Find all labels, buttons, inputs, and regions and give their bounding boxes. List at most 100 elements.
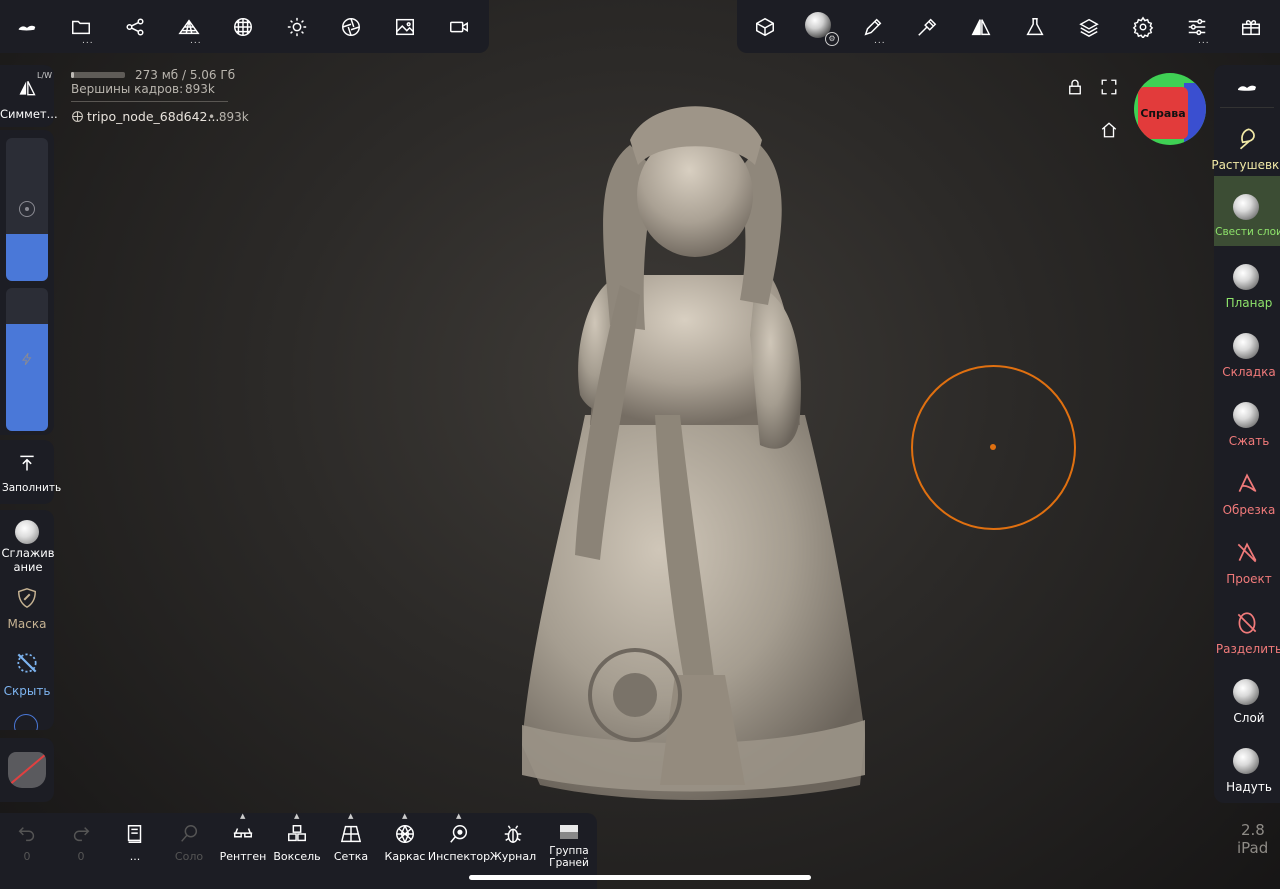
menu-button[interactable]: ... — [108, 813, 162, 885]
intensity-slider-fill — [6, 323, 48, 431]
tool-rastushevka[interactable]: Растушевка — [1211, 116, 1280, 178]
brush-more: ... — [874, 36, 886, 46]
tool-label: Растушевка — [1211, 158, 1280, 172]
tool-sloy[interactable]: Слой — [1214, 669, 1280, 731]
undo-button[interactable]: 0 — [0, 813, 54, 885]
nomad-logo-icon[interactable] — [12, 12, 42, 42]
wireframe-button[interactable]: ▲ Каркас — [378, 812, 432, 885]
mesh-more: ... — [190, 36, 202, 46]
tool-skladka[interactable]: Складка — [1214, 323, 1280, 385]
menu-dots: ... — [129, 850, 141, 863]
aperture-icon[interactable] — [336, 12, 366, 42]
smooth-tool[interactable]: Сглаживание — [0, 510, 55, 578]
tool-szhat[interactable]: Сжать — [1214, 392, 1280, 454]
lock-icon[interactable] — [1066, 78, 1084, 96]
tool-svesti-sloi[interactable]: Свести слои — [1214, 176, 1280, 246]
gizmo-label: Справа — [1140, 106, 1186, 120]
camera-icon[interactable] — [444, 12, 474, 42]
sliders-more: ... — [1198, 36, 1210, 46]
grid-icon — [340, 825, 362, 843]
scene-graph-icon[interactable] — [120, 12, 150, 42]
solo-button[interactable]: Соло — [162, 813, 216, 885]
right-tools-panel: Растушевка Свести слои Планар Складка Сжать О… — [1211, 65, 1280, 803]
hide-tool[interactable]: Скрыть — [0, 648, 54, 704]
sculpted-doll-model[interactable] — [500, 85, 890, 810]
hammer-icon[interactable] — [912, 12, 942, 42]
gizmo-front-face[interactable]: Справа — [1138, 87, 1188, 139]
settings-icon[interactable] — [1128, 12, 1158, 42]
slider-group — [0, 130, 54, 435]
material-preview-button[interactable] — [0, 738, 54, 802]
tool-planar[interactable]: Планар — [1214, 254, 1280, 316]
home-icon[interactable] — [1100, 121, 1118, 139]
redo-icon — [73, 827, 90, 842]
tool-label: Разделить — [1215, 642, 1280, 656]
smooth-label: Сглаживание — [1, 546, 55, 574]
mask-tool[interactable]: Маска — [0, 582, 54, 636]
tool-label: Надуть — [1226, 780, 1272, 794]
xray-caret-icon: ▲ — [240, 812, 246, 820]
fullscreen-icon[interactable] — [1100, 78, 1118, 96]
redo-count: 0 — [77, 850, 85, 863]
material-settings-icon[interactable]: ⚙ — [825, 32, 839, 46]
node-name[interactable]: tripo_node_68d642... — [87, 109, 219, 124]
clip-icon — [1233, 402, 1259, 428]
symmetry-button[interactable]: L/W Симмет... — [0, 65, 58, 127]
voxel-button[interactable]: ▲ Воксель — [270, 812, 324, 885]
light-icon[interactable] — [282, 12, 312, 42]
symmetry-label: Симмет... — [0, 107, 58, 121]
fill-button[interactable]: Заполнить — [0, 440, 61, 504]
hide-label: Скрыть — [3, 684, 51, 698]
redo-button[interactable]: 0 — [54, 813, 108, 885]
clip-icon — [1234, 471, 1260, 500]
radius-slider[interactable] — [6, 138, 48, 281]
hide-icon — [17, 653, 37, 673]
search-icon — [181, 825, 198, 842]
glasses-icon — [233, 828, 253, 838]
home-indicator — [469, 875, 811, 880]
left-tools-panel: Сглаживание Маска Скрыть — [0, 510, 55, 730]
wireframe-icon — [396, 825, 414, 843]
vertices-label: Вершины кадров: — [71, 82, 184, 96]
grid-label: Сетка — [333, 850, 369, 863]
memory-bar-fill — [71, 72, 75, 78]
tool-proekt[interactable]: Проект — [1214, 530, 1280, 592]
symmetry-icon — [19, 81, 36, 96]
smooth-icon — [15, 520, 39, 544]
xray-button[interactable]: ▲ Рентген — [216, 812, 270, 885]
intensity-slider[interactable] — [6, 288, 48, 431]
no-material-icon — [8, 752, 46, 788]
layers-icon[interactable] — [1074, 12, 1104, 42]
gift-icon[interactable] — [1236, 12, 1266, 42]
tool-obrezka[interactable]: Обрезка — [1214, 461, 1280, 523]
topology-icon[interactable] — [228, 12, 258, 42]
image-icon[interactable] — [390, 12, 420, 42]
symmetry-icon[interactable] — [966, 12, 996, 42]
solo-label: Соло — [174, 850, 204, 863]
sphere-brush-icon — [1233, 264, 1259, 290]
tool-razdelit[interactable]: Разделить — [1214, 600, 1280, 662]
stats-divider — [71, 101, 228, 102]
tool-naduts[interactable]: Надуть — [1214, 738, 1280, 800]
grid-button[interactable]: ▲ Сетка — [324, 812, 378, 885]
inspector-icon — [450, 825, 468, 843]
flask-icon[interactable] — [1020, 12, 1050, 42]
tool-label: Обрезка — [1222, 503, 1276, 517]
tool-label: Сжать — [1228, 434, 1270, 448]
view-gizmo[interactable]: Справа — [1134, 73, 1206, 145]
cube-icon[interactable] — [750, 12, 780, 42]
voxel-label: Воксель — [273, 850, 321, 863]
nomad-menu-icon[interactable] — [1235, 75, 1259, 99]
version-number: 2.8 — [1241, 821, 1265, 839]
facegroup-label: Группа Граней — [549, 845, 589, 869]
xray-label: Рентген — [219, 850, 267, 863]
top-left-toolbar: ... ... — [0, 0, 489, 53]
right-divider — [1220, 107, 1274, 108]
tool-label: Свести слои — [1215, 226, 1280, 238]
folder-more: ... — [82, 36, 94, 46]
move-tool-partial[interactable] — [14, 714, 40, 730]
sphere-brush-icon — [1233, 194, 1259, 220]
memory-bar — [71, 72, 125, 78]
move-icon — [14, 714, 38, 730]
brush-cursor-center — [990, 444, 996, 450]
